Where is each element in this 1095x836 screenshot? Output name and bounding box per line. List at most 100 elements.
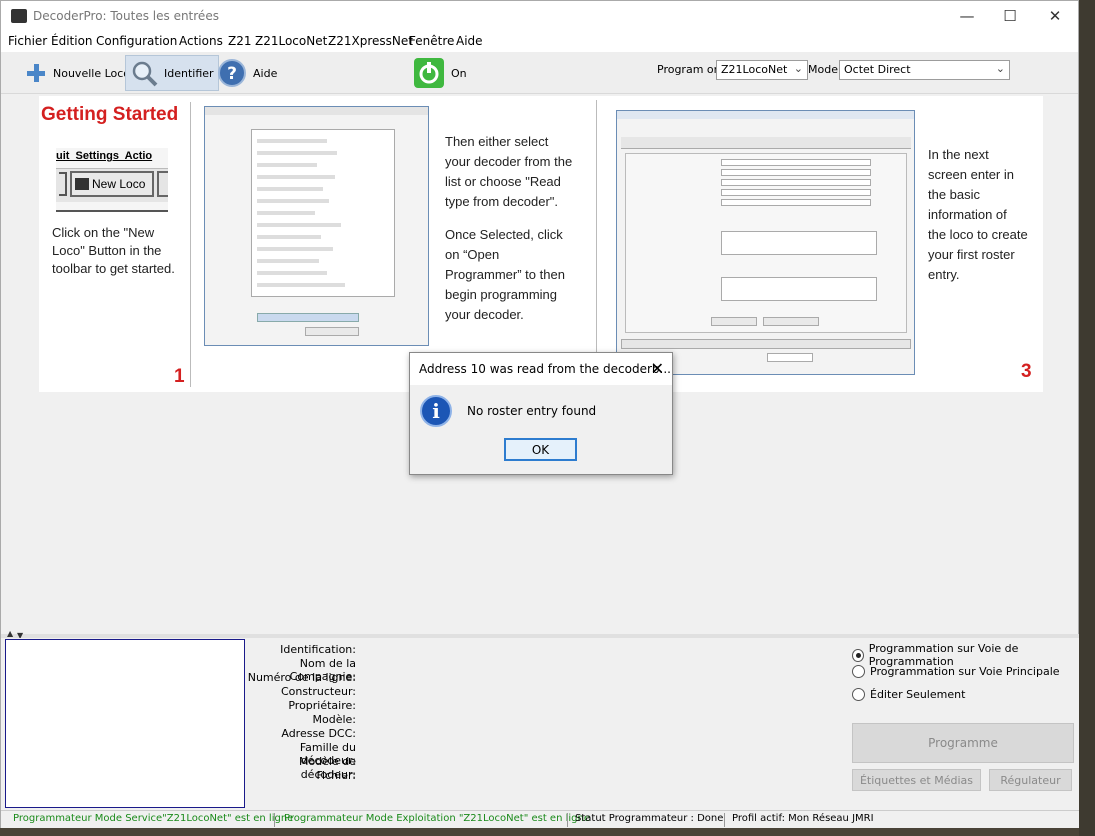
step1-line: Click on the "New (52, 225, 155, 240)
new-loco-button[interactable]: Nouvelle Loco (21, 55, 134, 91)
menu-z21xpressnet[interactable]: Z21XpressNet (328, 34, 413, 48)
step1-line: Loco" Button in the (52, 243, 162, 258)
window-title: DecoderPro: Toutes les entrées (33, 9, 219, 23)
menu-fichier[interactable]: Fichier (8, 34, 47, 48)
labels-media-button[interactable]: Étiquettes et Médias (852, 769, 981, 791)
dialog-message: No roster entry found (467, 404, 597, 418)
mode-label: Mode: (808, 63, 842, 76)
close-icon[interactable]: ✕ (651, 359, 664, 378)
snippet-new-loco-label: New Loco (92, 177, 146, 191)
step3-line: the basic (928, 187, 981, 202)
mode-select[interactable]: Octet Direct ⌄ (839, 60, 1010, 80)
ok-button[interactable]: OK (504, 438, 577, 461)
program-button[interactable]: Programme (852, 723, 1074, 763)
menu-fenetre[interactable]: Fenêtre (409, 34, 454, 48)
info-icon: i (420, 395, 452, 427)
roster-detail-panel: Identification: Nom de la Compagnie: Num… (1, 638, 1080, 810)
step2-line: Programmer” to then (445, 267, 565, 282)
dialog-title: Address 10 was read from the decoderb... (419, 362, 671, 376)
field-road-number: Numéro de la ligne: (247, 671, 356, 684)
power-label: On (451, 66, 467, 80)
toolbar-snippet-image: uit Settings Actio New Loco (56, 148, 168, 212)
step3-text: In the next screen enter in the basic in… (928, 145, 1028, 285)
menu-bar: Fichier Édition Configuration Actions Z2… (1, 32, 1078, 52)
step3-line: the loco to create (928, 227, 1028, 242)
program-on-select[interactable]: Z21LocoNet ⌄ (716, 60, 808, 80)
desktop-background (1079, 0, 1095, 836)
program-on-value: Z21LocoNet (721, 63, 788, 76)
step2-line: type from decoder". (445, 194, 559, 209)
step3-line: In the next (928, 147, 989, 162)
field-dcc-address: Adresse DCC: (281, 727, 356, 740)
getting-started-guide: Getting Started uit Settings Actio New L… (39, 96, 1043, 392)
field-owner: Propriétaire: (288, 699, 356, 712)
menu-z21loconet[interactable]: Z21LocoNet (255, 34, 327, 48)
menu-aide[interactable]: Aide (456, 34, 483, 48)
divider (596, 100, 597, 370)
roster-fields: Identification: Nom de la Compagnie: Num… (245, 643, 356, 793)
menu-edition[interactable]: Édition (51, 34, 93, 48)
loco-icon (75, 178, 89, 190)
field-model: Modèle: (312, 713, 356, 726)
menu-actions[interactable]: Actions (179, 34, 223, 48)
loco-image-box (5, 639, 245, 808)
step2-line: on “Open (445, 247, 500, 262)
status-ops-mode: Programmateur Mode Exploitation "Z21Loco… (284, 813, 590, 824)
chevron-down-icon: ⌄ (995, 62, 1005, 75)
throttle-button[interactable]: Régulateur (989, 769, 1072, 791)
step2-line: Once Selected, click (445, 227, 563, 242)
decoderpro-window: DecoderPro: Toutes les entrées — ☐ ✕ Fic… (0, 0, 1080, 828)
radio-unselected-icon (852, 665, 865, 678)
help-icon: ? (218, 59, 246, 87)
plus-icon (27, 64, 45, 82)
close-icon[interactable]: ✕ (1045, 7, 1065, 27)
maximize-icon[interactable]: ☐ (1000, 7, 1020, 27)
step2-line: begin programming (445, 287, 558, 302)
chevron-down-icon: ⌄ (793, 62, 803, 75)
roster-entry-screenshot (616, 110, 915, 375)
identify-label: Identifier (164, 66, 214, 80)
help-button[interactable]: ? Aide (213, 55, 281, 91)
radio-label: Programmation sur Voie Principale (870, 665, 1060, 678)
expand-up-icon[interactable]: ▲ (7, 629, 13, 638)
mode-value: Octet Direct (844, 63, 911, 76)
radio-label: Éditer Seulement (870, 688, 966, 701)
jmri-app-icon (11, 9, 27, 23)
getting-started-title: Getting Started (41, 104, 179, 125)
status-service-mode: Programmateur Mode Service"Z21LocoNet" e… (13, 813, 294, 824)
snippet-menu-text: uit Settings Actio (56, 150, 153, 162)
step3-line: information of (928, 207, 1007, 222)
minimize-icon[interactable]: — (957, 7, 977, 27)
field-file: Fichier: (316, 769, 356, 782)
roster-dialog: Address 10 was read from the decoderb...… (409, 352, 673, 475)
step3-line: entry. (928, 267, 960, 282)
help-label: Aide (253, 66, 278, 80)
magnifier-icon (132, 61, 158, 87)
field-manufacturer: Constructeur: (280, 685, 356, 698)
snippet-new-loco-button: New Loco (70, 171, 154, 197)
radio-selected-icon (852, 648, 864, 662)
radio-unselected-icon (852, 688, 865, 701)
field-identification: Identification: (280, 643, 356, 656)
power-icon (414, 58, 444, 88)
program-on-label: Program on: (657, 63, 725, 76)
menu-configuration[interactable]: Configuration (96, 34, 177, 48)
step1-text: Click on the "New Loco" Button in the to… (52, 224, 175, 278)
radio-edit-only[interactable]: Éditer Seulement (852, 688, 965, 701)
step2-line: list or choose "Read (445, 174, 561, 189)
decoder-select-screenshot (204, 106, 429, 346)
dialog-title-bar: Address 10 was read from the decoderb...… (410, 353, 672, 385)
step3-line: screen enter in (928, 167, 1014, 182)
step2-text-a: Then either select your decoder from the… (445, 132, 572, 212)
step2-line: your decoder from the (445, 154, 573, 169)
radio-main-track[interactable]: Programmation sur Voie Principale (852, 665, 1060, 678)
step1-number: 1 (174, 366, 185, 387)
identify-button[interactable]: Identifier (125, 55, 219, 91)
step1-line: toolbar to get started. (52, 261, 175, 276)
step2-text-b: Once Selected, click on “Open Programmer… (445, 225, 565, 325)
power-button[interactable]: On (409, 55, 471, 91)
toolbar: Nouvelle Loco Identifier ? Aide On Progr… (1, 52, 1078, 94)
step2-line: Then either select (445, 134, 549, 149)
menu-z21[interactable]: Z21 (228, 34, 252, 48)
svg-text:?: ? (227, 64, 237, 84)
